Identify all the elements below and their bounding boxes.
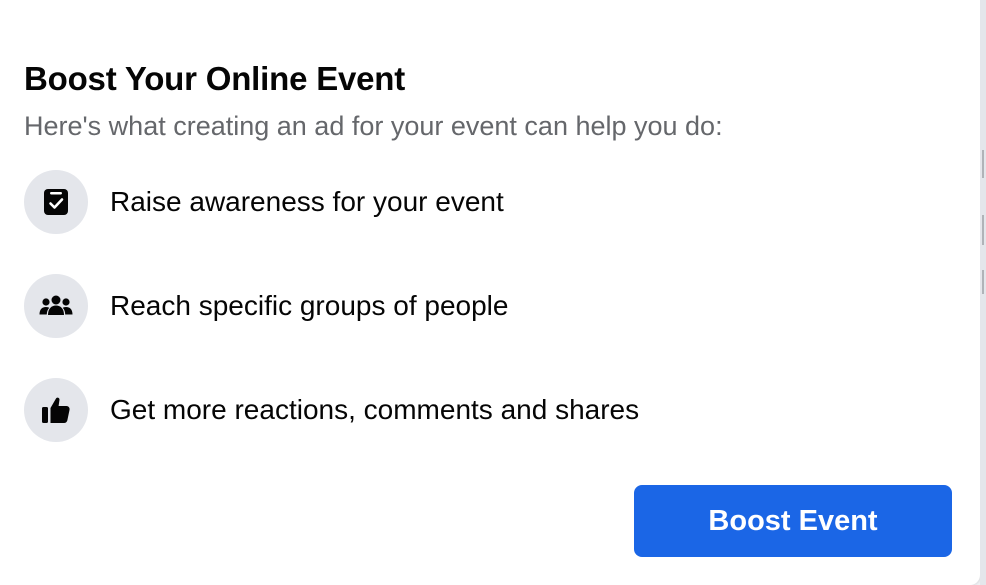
dialog-title: Boost Your Online Event: [24, 60, 406, 97]
boost-event-dialog: Boost Your Online Event Here's what crea…: [0, 0, 980, 585]
benefit-item-engagement: Get more reactions, comments and shares: [24, 378, 639, 442]
boost-event-button[interactable]: Boost Event: [634, 485, 952, 557]
scrollbar-mark: [982, 215, 984, 245]
dialog-subtitle: Here's what creating an ad for your even…: [24, 111, 723, 141]
scrollbar-mark: [982, 150, 984, 178]
benefit-label: Get more reactions, comments and shares: [110, 394, 640, 425]
thumbs-up-icon: [24, 378, 88, 442]
calendar-check-icon: [24, 170, 88, 234]
people-group-icon: [24, 274, 88, 338]
benefit-label: Raise awareness for your event: [110, 186, 504, 217]
scrollbar-mark: [982, 270, 984, 294]
benefit-label: Reach specific groups of people: [110, 290, 509, 321]
benefit-item-awareness: Raise awareness for your event: [24, 170, 504, 234]
benefit-item-reach: Reach specific groups of people: [24, 274, 508, 338]
